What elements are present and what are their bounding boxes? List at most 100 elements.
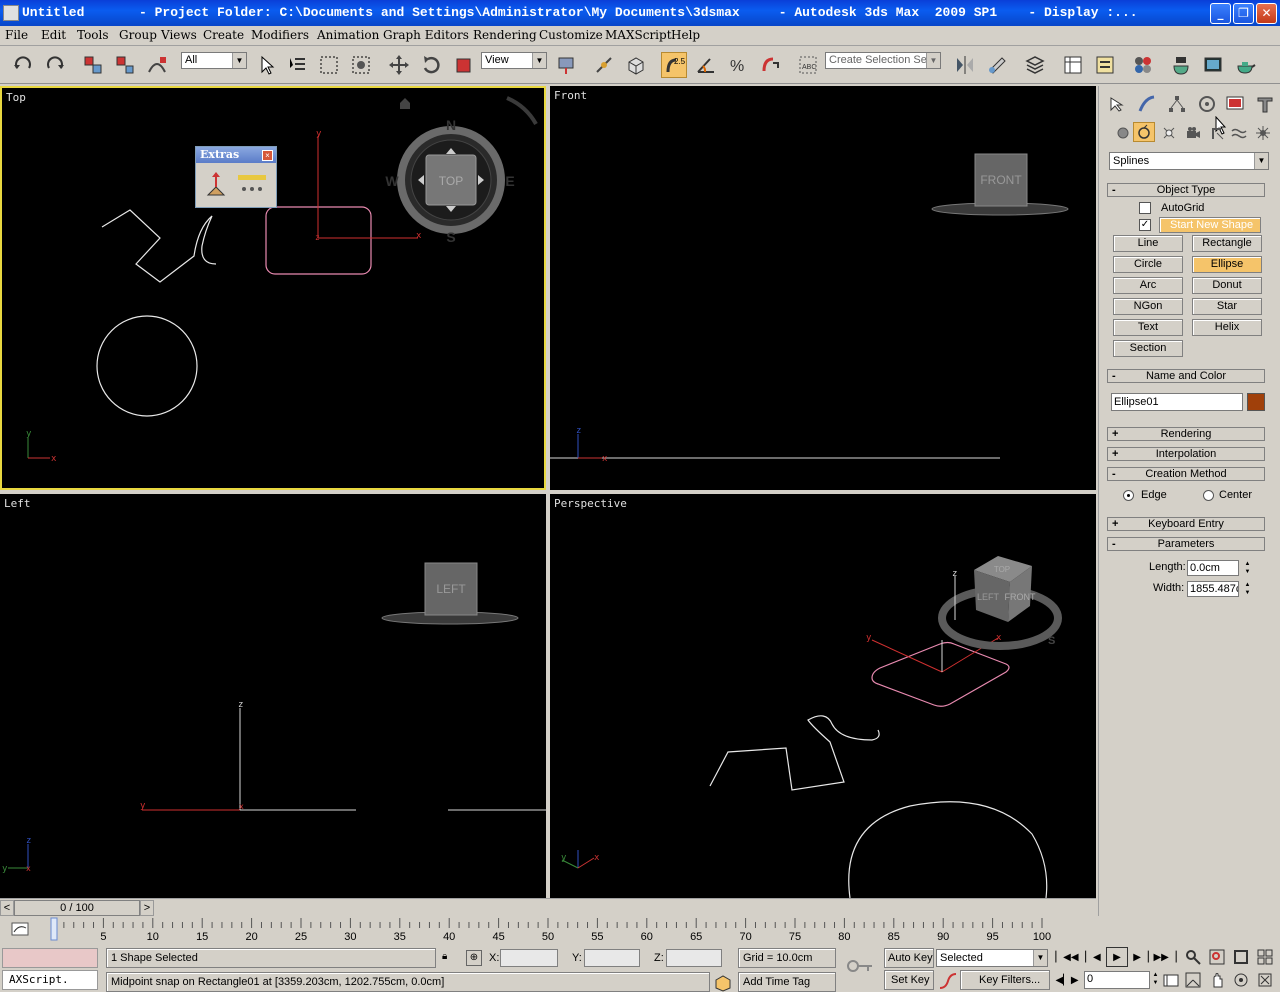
- time-slider-thumb[interactable]: 0 / 100: [14, 900, 140, 916]
- default-in-out-tangents-icon[interactable]: [938, 972, 958, 992]
- current-frame-field[interactable]: 0: [1084, 971, 1150, 989]
- rectangle-button[interactable]: Rectangle: [1192, 235, 1262, 252]
- key-mode-dropdown[interactable]: Selected ▼: [936, 949, 1048, 967]
- layer-manager-icon[interactable]: [1022, 52, 1048, 78]
- parameters-rollout-header[interactable]: - Parameters: [1107, 537, 1265, 551]
- keyboard-entry-icon[interactable]: [202, 169, 230, 201]
- menu-help[interactable]: Help: [671, 28, 700, 42]
- zoom-extents-icon[interactable]: [1230, 947, 1252, 967]
- x-coordinate-field[interactable]: [500, 949, 558, 967]
- field-of-view-icon[interactable]: [1182, 970, 1204, 990]
- array-icon[interactable]: [236, 171, 270, 199]
- material-editor-icon[interactable]: [1130, 52, 1156, 78]
- menu-customize[interactable]: Customize: [539, 28, 603, 42]
- motion-tab-icon[interactable]: [1197, 94, 1217, 117]
- minimize-button[interactable]: _: [1210, 3, 1231, 24]
- hierarchy-tab-icon[interactable]: [1167, 94, 1187, 117]
- menu-group[interactable]: Group: [119, 28, 157, 42]
- viewcube-left[interactable]: LEFT: [381, 562, 519, 625]
- creation-method-rollout-header[interactable]: - Creation Method: [1107, 467, 1265, 481]
- maxscript-listener-pink[interactable]: [2, 948, 98, 968]
- helpers-icon[interactable]: [1209, 125, 1225, 144]
- utilities-tab-icon[interactable]: [1255, 94, 1275, 117]
- time-tag-icon[interactable]: [713, 974, 733, 992]
- pivot-center-icon[interactable]: [553, 52, 579, 78]
- menu-create[interactable]: Create: [203, 28, 244, 42]
- object-color-swatch[interactable]: [1247, 393, 1265, 411]
- select-and-link-icon[interactable]: [80, 52, 106, 78]
- space-warps-icon[interactable]: [1231, 125, 1247, 144]
- render-production-icon[interactable]: [1232, 52, 1258, 78]
- autogrid-checkbox[interactable]: [1139, 202, 1151, 214]
- display-tab-icon[interactable]: [1225, 94, 1245, 117]
- scale-icon[interactable]: [450, 52, 476, 78]
- maximize-viewport-icon[interactable]: [1254, 970, 1276, 990]
- mirror-icon[interactable]: [952, 52, 978, 78]
- width-spinner[interactable]: ▲ ▼: [1243, 581, 1252, 597]
- align-icon[interactable]: [984, 52, 1010, 78]
- maxscript-mini-listener[interactable]: AXScript.: [2, 970, 98, 990]
- go-to-end-icon[interactable]: ▶▶▕: [1153, 947, 1176, 967]
- close-button[interactable]: ✕: [1256, 3, 1277, 24]
- select-by-name-icon[interactable]: [284, 52, 310, 78]
- line-button[interactable]: Line: [1113, 235, 1183, 252]
- circle-button[interactable]: Circle: [1113, 256, 1183, 273]
- section-button[interactable]: Section: [1113, 340, 1183, 357]
- play-icon[interactable]: ▶: [1106, 947, 1128, 967]
- maximize-button[interactable]: ❐: [1233, 3, 1254, 24]
- text-button[interactable]: Text: [1113, 319, 1183, 336]
- schematic-view-icon[interactable]: [1092, 52, 1118, 78]
- zoom-icon[interactable]: [1182, 947, 1204, 967]
- reference-coordinate-dropdown[interactable]: View ▼: [481, 52, 547, 69]
- redo-icon[interactable]: [42, 52, 68, 78]
- extras-toolbar[interactable]: Extras ×: [195, 146, 277, 208]
- viewcube-face-top[interactable]: TOP: [994, 565, 1010, 574]
- star-button[interactable]: Star: [1192, 298, 1262, 315]
- length-spinner[interactable]: ▲ ▼: [1243, 560, 1252, 576]
- shapes-icon[interactable]: [1133, 122, 1155, 142]
- menu-rendering[interactable]: Rendering: [473, 28, 537, 42]
- percent-snap-icon[interactable]: %: [725, 52, 751, 78]
- orbit-icon[interactable]: [1230, 970, 1252, 990]
- set-key-icon[interactable]: [846, 958, 874, 977]
- current-frame-marker[interactable]: [50, 917, 58, 941]
- auto-key-button[interactable]: Auto Key: [884, 948, 934, 968]
- circle-shape-perspective[interactable]: [848, 801, 1048, 898]
- viewport-perspective[interactable]: Perspective y x y x LEFT FRONT TOP z S: [550, 494, 1096, 898]
- extras-close-button[interactable]: ×: [262, 150, 273, 161]
- named-selection-set-dropdown[interactable]: Create Selection Set ▼: [825, 52, 941, 69]
- spinner-snap-icon[interactable]: [757, 52, 783, 78]
- key-mode-toggle-icon[interactable]: ◀▏▶: [1055, 970, 1078, 990]
- current-frame-spinner[interactable]: ▲ ▼: [1151, 971, 1160, 989]
- window-crossing-icon[interactable]: [348, 52, 374, 78]
- edit-named-selection-icon[interactable]: ABC: [795, 52, 821, 78]
- curve-editor-icon[interactable]: [1060, 52, 1086, 78]
- edge-radio[interactable]: [1123, 490, 1134, 501]
- menu-tools[interactable]: Tools: [77, 28, 109, 42]
- set-key-button[interactable]: Set Key: [884, 970, 934, 990]
- zoom-extents-all-icon[interactable]: [1254, 947, 1276, 967]
- arc-button[interactable]: Arc: [1113, 277, 1183, 294]
- viewcube-face-top[interactable]: TOP: [439, 174, 463, 188]
- render-setup-icon[interactable]: [1168, 52, 1194, 78]
- move-icon[interactable]: [386, 52, 412, 78]
- track-bar[interactable]: 0510152025303540455055606570758085909510…: [0, 916, 1100, 944]
- lights-icon[interactable]: [1161, 125, 1177, 144]
- viewcube-face-front[interactable]: FRONT: [1005, 592, 1036, 602]
- length-field[interactable]: 0.0cm: [1187, 560, 1239, 576]
- time-configuration-icon[interactable]: [1160, 970, 1182, 990]
- create-category-dropdown[interactable]: Splines ▼: [1109, 152, 1269, 170]
- menu-edit[interactable]: Edit: [41, 28, 66, 42]
- rendering-rollout-header[interactable]: + Rendering: [1107, 427, 1265, 441]
- menu-views[interactable]: Views: [161, 28, 197, 42]
- time-slider-prev-button[interactable]: <: [0, 900, 14, 916]
- viewcube-front[interactable]: FRONT: [931, 153, 1069, 216]
- zoom-all-icon[interactable]: [1206, 947, 1228, 967]
- next-frame-icon[interactable]: ▶▕: [1130, 947, 1152, 967]
- helix-button[interactable]: Helix: [1192, 319, 1262, 336]
- menu-modifiers[interactable]: Modifiers: [251, 28, 309, 42]
- menu-maxscript[interactable]: MAXScript: [605, 28, 672, 42]
- add-time-tag-button[interactable]: Add Time Tag: [738, 972, 836, 992]
- viewcube-face-front[interactable]: FRONT: [980, 173, 1022, 187]
- width-field[interactable]: 1855.487c: [1187, 581, 1239, 597]
